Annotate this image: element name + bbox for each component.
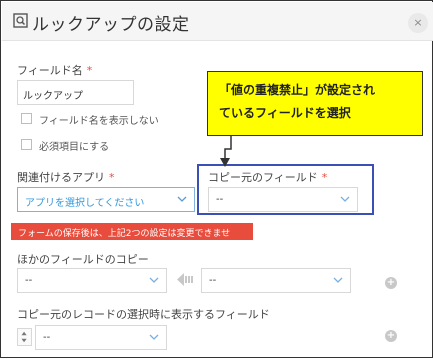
required-item-label: 必須項目にする <box>39 142 110 153</box>
lookup-settings-dialog: ルックアップの設定 × フィールド名 * ルックアップ フィールド名を表示しない … <box>0 0 433 358</box>
copy-arrow-icon <box>177 273 193 286</box>
related-app-label-text: 関連付けるアプリ <box>17 171 105 184</box>
dialog-header: ルックアップの設定 × <box>2 2 433 41</box>
annotation-callout: 「値の重複禁止」が設定され ているフィールドを選択 <box>207 71 423 136</box>
add-display-field-button[interactable]: + <box>385 330 397 342</box>
other-copy-label: ほかのフィールドのコピー <box>17 253 149 266</box>
source-field-highlight <box>197 164 374 215</box>
required-mark: * <box>86 64 93 77</box>
hide-field-name-checkbox[interactable] <box>21 113 32 124</box>
field-name-label: フィールド名 * <box>17 62 92 78</box>
display-field-select[interactable]: -- <box>35 325 167 350</box>
related-app-label: 関連付けるアプリ * <box>17 169 115 185</box>
error-message: フォームの保存後は、上記2つの設定は変更できません。 <box>11 223 253 252</box>
copy-to-field-select[interactable]: -- <box>201 268 351 293</box>
sort-arrows-icon <box>21 331 27 343</box>
dialog-title: ルックアップの設定 <box>32 15 190 35</box>
chevron-down-icon <box>333 277 343 283</box>
required-item-checkbox[interactable] <box>21 139 32 150</box>
field-name-label-text: フィールド名 <box>17 64 83 77</box>
copy-from-value: -- <box>25 275 33 286</box>
chevron-down-icon <box>177 196 187 202</box>
related-app-placeholder: アプリを選択してください <box>25 198 145 209</box>
display-field-value: -- <box>43 332 51 343</box>
display-fields-label: コピー元のレコードの選択時に表示するフィールド <box>17 308 270 321</box>
chevron-down-icon <box>149 334 159 340</box>
reorder-handle[interactable] <box>17 328 32 346</box>
field-name-input[interactable]: ルックアップ <box>17 80 134 105</box>
lookup-icon <box>13 13 28 28</box>
copy-from-field-select[interactable]: -- <box>17 268 167 293</box>
copy-to-value: -- <box>209 275 217 286</box>
required-mark: * <box>109 171 115 184</box>
add-copy-row-button[interactable]: + <box>385 277 397 289</box>
hide-field-name-label: フィールド名を表示しない <box>39 116 159 127</box>
related-app-select[interactable]: アプリを選択してください <box>17 187 195 212</box>
chevron-down-icon <box>149 277 159 283</box>
callout-line-2: ているフィールドを選択 <box>219 106 351 120</box>
close-button[interactable]: × <box>408 13 428 33</box>
callout-line-1: 「値の重複禁止」が設定され <box>219 83 376 97</box>
